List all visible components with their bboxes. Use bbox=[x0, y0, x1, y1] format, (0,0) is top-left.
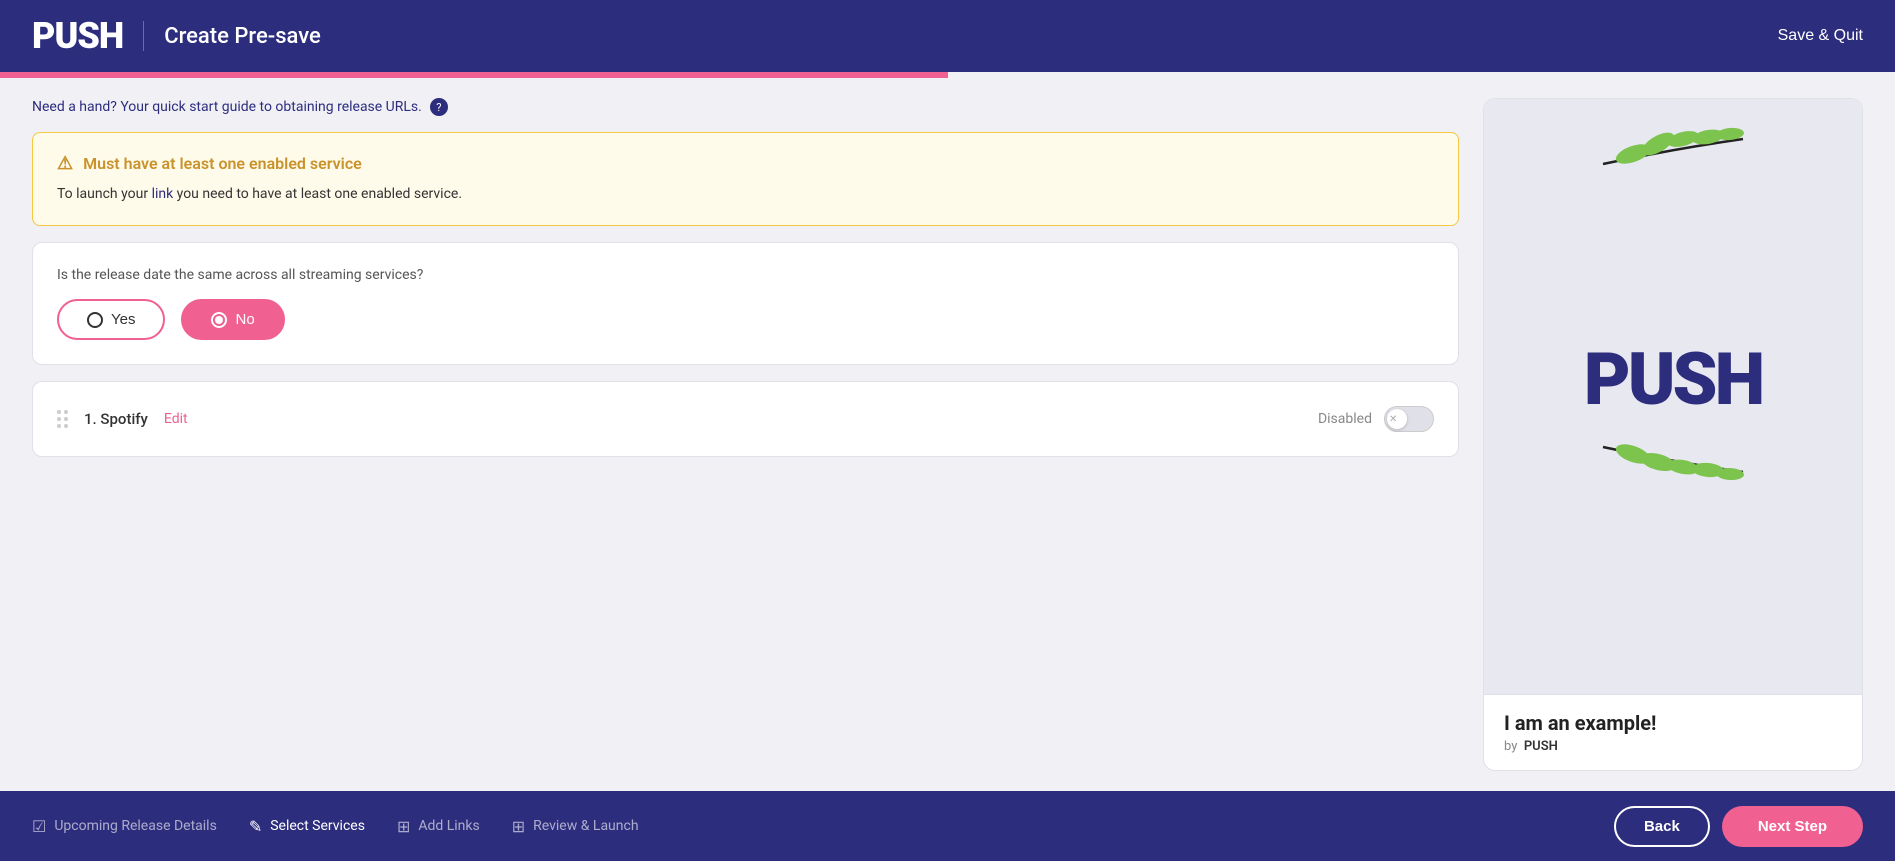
logo: PUSH bbox=[32, 15, 123, 57]
step-check-icon: ☑ bbox=[32, 817, 46, 836]
toggle-x-icon: ✕ bbox=[1389, 414, 1397, 425]
drag-handle[interactable] bbox=[57, 410, 68, 428]
warning-icon: ⚠ bbox=[57, 153, 73, 174]
warning-title: ⚠ Must have at least one enabled service bbox=[57, 153, 1434, 174]
drag-dot bbox=[64, 410, 68, 414]
radio-yes-button[interactable]: Yes bbox=[57, 299, 165, 340]
next-step-button[interactable]: Next Step bbox=[1722, 806, 1863, 847]
drag-dot-row-2 bbox=[57, 417, 68, 421]
save-quit-button[interactable]: Save & Quit bbox=[1778, 27, 1863, 45]
step-services-label: Select Services bbox=[270, 818, 365, 834]
drag-dot bbox=[64, 424, 68, 428]
footer-step-select-services[interactable]: ✎ Select Services bbox=[249, 817, 365, 836]
warning-description: To launch your link you need to have at … bbox=[57, 184, 1434, 205]
question-text: Is the release date the same across all … bbox=[57, 267, 1434, 283]
preview-card: PUSH I am an example! by bbox=[1483, 98, 1863, 771]
radio-yes-circle bbox=[87, 312, 103, 328]
right-panel: PUSH I am an example! by bbox=[1483, 98, 1863, 771]
drag-dot-row-1 bbox=[57, 410, 68, 414]
page-title: Create Pre-save bbox=[164, 24, 321, 49]
footer-actions: Back Next Step bbox=[1614, 806, 1863, 847]
step-release-label: Upcoming Release Details bbox=[54, 818, 216, 834]
header-left: PUSH Create Pre-save bbox=[32, 15, 321, 57]
footer-step-add-links[interactable]: ⊞ Add Links bbox=[397, 817, 480, 836]
service-toggle[interactable]: ✕ bbox=[1384, 406, 1434, 432]
preview-artist-name: PUSH bbox=[1524, 739, 1558, 754]
leaf-bottom-decoration bbox=[1593, 432, 1753, 496]
preview-by-label: by bbox=[1504, 739, 1517, 754]
leaf-top-decoration bbox=[1593, 119, 1753, 183]
spotify-service-card: 1. Spotify Edit Disabled ✕ bbox=[32, 381, 1459, 457]
main-content: Need a hand? Your quick start guide to o… bbox=[0, 78, 1895, 791]
step-review-icon: ⊞ bbox=[512, 817, 525, 836]
preview-title: I am an example! bbox=[1504, 711, 1842, 735]
drag-dot bbox=[57, 410, 61, 414]
leaf-bottom-svg bbox=[1593, 432, 1753, 492]
header-divider bbox=[143, 21, 144, 51]
service-status: Disabled ✕ bbox=[1318, 406, 1434, 432]
help-text-row: Need a hand? Your quick start guide to o… bbox=[32, 98, 1459, 116]
footer-step-review-launch[interactable]: ⊞ Review & Launch bbox=[512, 817, 639, 836]
preview-logo: PUSH bbox=[1584, 337, 1762, 422]
radio-yes-label: Yes bbox=[111, 311, 135, 328]
step-edit-icon: ✎ bbox=[249, 817, 262, 836]
left-panel: Need a hand? Your quick start guide to o… bbox=[32, 98, 1459, 771]
warning-title-text: Must have at least one enabled service bbox=[83, 154, 362, 173]
radio-no-label: No bbox=[235, 311, 254, 328]
service-edit-link[interactable]: Edit bbox=[164, 411, 188, 427]
step-links-icon: ⊞ bbox=[397, 817, 410, 836]
drag-dot bbox=[57, 424, 61, 428]
header: PUSH Create Pre-save Save & Quit bbox=[0, 0, 1895, 72]
footer: ☑ Upcoming Release Details ✎ Select Serv… bbox=[0, 791, 1895, 861]
drag-dot bbox=[57, 417, 61, 421]
help-text-label: Need a hand? Your quick start guide to o… bbox=[32, 99, 422, 115]
warning-box: ⚠ Must have at least one enabled service… bbox=[32, 132, 1459, 226]
release-date-card: Is the release date the same across all … bbox=[32, 242, 1459, 365]
warning-link[interactable]: link bbox=[152, 186, 174, 202]
drag-dot bbox=[64, 417, 68, 421]
help-icon[interactable]: ? bbox=[430, 98, 448, 116]
radio-group: Yes No bbox=[57, 299, 1434, 340]
preview-subtitle: by PUSH bbox=[1504, 739, 1842, 754]
step-links-label: Add Links bbox=[418, 818, 479, 834]
footer-steps: ☑ Upcoming Release Details ✎ Select Serv… bbox=[32, 817, 639, 836]
footer-step-release-details[interactable]: ☑ Upcoming Release Details bbox=[32, 817, 217, 836]
service-name: 1. Spotify bbox=[84, 410, 148, 428]
preview-image: PUSH bbox=[1484, 99, 1862, 694]
drag-dot-row-3 bbox=[57, 424, 68, 428]
preview-info: I am an example! by PUSH bbox=[1484, 694, 1862, 770]
service-row: 1. Spotify Edit Disabled ✕ bbox=[57, 406, 1434, 432]
step-review-label: Review & Launch bbox=[533, 818, 638, 834]
radio-no-button[interactable]: No bbox=[181, 299, 284, 340]
radio-no-circle bbox=[211, 312, 227, 328]
leaf-top-svg bbox=[1593, 119, 1753, 179]
back-button[interactable]: Back bbox=[1614, 806, 1710, 847]
status-text: Disabled bbox=[1318, 411, 1372, 427]
